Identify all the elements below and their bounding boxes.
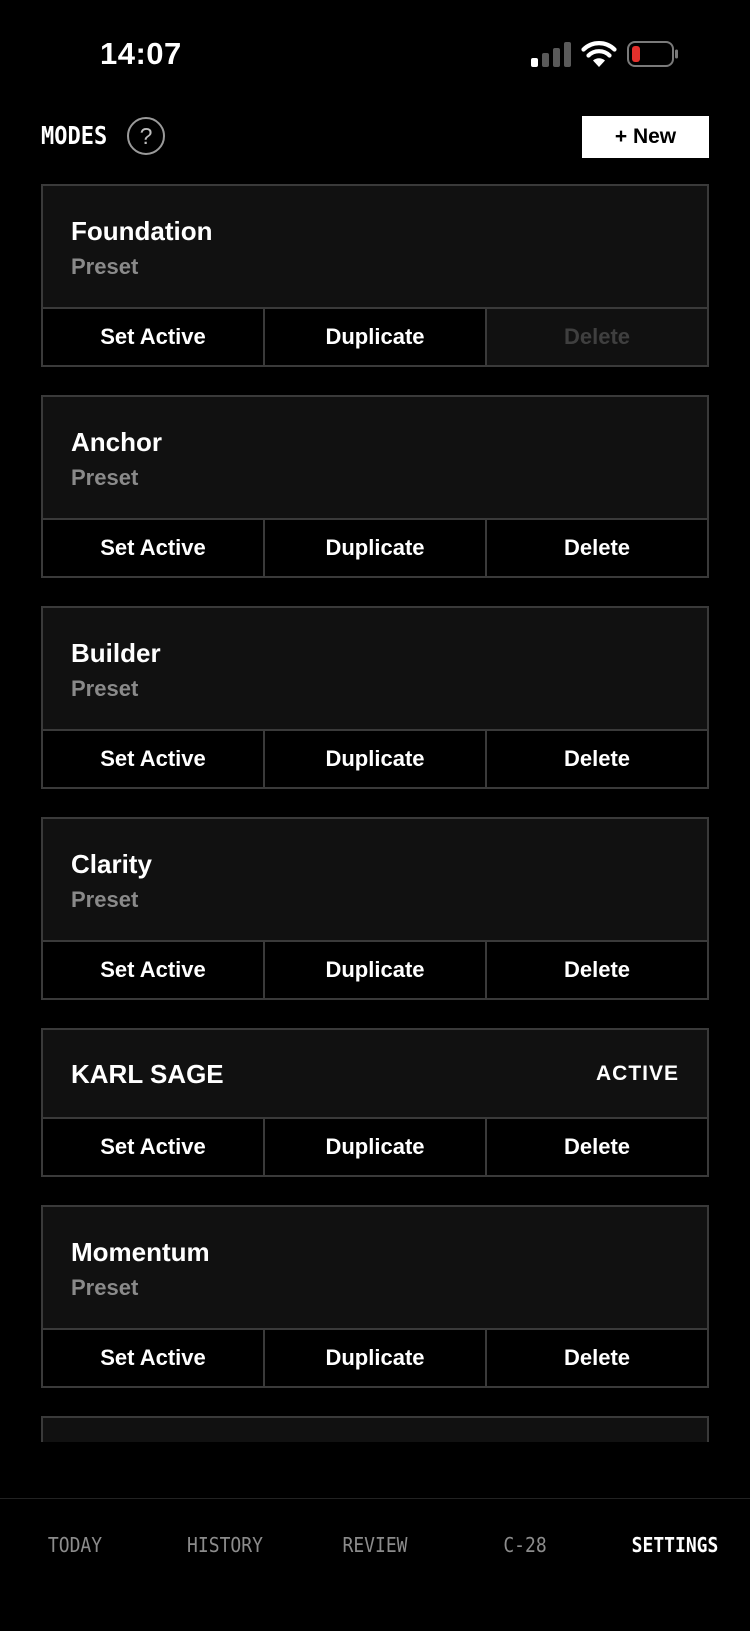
active-badge: ACTIVE <box>595 1062 679 1085</box>
new-mode-button[interactable]: + New <box>582 116 709 158</box>
duplicate-button[interactable]: Duplicate <box>265 1330 487 1386</box>
tab-today[interactable]: TODAY <box>8 1499 143 1631</box>
mode-card-clarity: Clarity Preset Set Active Duplicate Dele… <box>41 817 709 1000</box>
bottom-nav: TODAY HISTORY REVIEW C-28 SETTINGS <box>0 1498 750 1631</box>
set-active-button[interactable]: Set Active <box>43 942 265 998</box>
mode-name: Clarity <box>71 849 152 879</box>
status-time: 14:07 <box>100 36 182 71</box>
set-active-button[interactable]: Set Active <box>43 731 265 787</box>
mode-card-builder: Builder Preset Set Active Duplicate Dele… <box>41 606 709 789</box>
mode-card-partial <box>41 1416 709 1442</box>
duplicate-button[interactable]: Duplicate <box>265 942 487 998</box>
mode-card-foundation: Foundation Preset Set Active Duplicate D… <box>41 184 709 367</box>
mode-subtitle: Preset <box>71 254 139 279</box>
duplicate-button[interactable]: Duplicate <box>265 520 487 576</box>
tab-c-28[interactable]: C-28 <box>458 1499 593 1631</box>
mode-list[interactable]: Foundation Preset Set Active Duplicate D… <box>41 184 709 1442</box>
mode-name: Builder <box>71 638 161 668</box>
duplicate-button[interactable]: Duplicate <box>265 1119 487 1175</box>
delete-button[interactable]: Delete <box>487 731 707 787</box>
status-bar: 14:07 <box>0 0 750 110</box>
mode-card-karl-sage: KARL SAGE ACTIVE Set Active Duplicate De… <box>41 1028 709 1177</box>
battery-low-icon <box>627 41 678 67</box>
wifi-icon <box>581 41 617 67</box>
mode-name: KARL SAGE <box>71 1059 224 1089</box>
mode-subtitle: Preset <box>71 676 139 701</box>
duplicate-button[interactable]: Duplicate <box>265 731 487 787</box>
mode-subtitle: Preset <box>71 465 139 490</box>
tab-history[interactable]: HISTORY <box>158 1499 293 1631</box>
mode-card-momentum: Momentum Preset Set Active Duplicate Del… <box>41 1205 709 1388</box>
mode-subtitle: Preset <box>71 1275 139 1300</box>
set-active-button[interactable]: Set Active <box>43 1330 265 1386</box>
mode-subtitle: Preset <box>71 887 139 912</box>
duplicate-button[interactable]: Duplicate <box>265 309 487 365</box>
page-title: MODES <box>41 121 108 150</box>
mode-card-anchor: Anchor Preset Set Active Duplicate Delet… <box>41 395 709 578</box>
help-button[interactable]: ? <box>127 117 165 155</box>
tab-review[interactable]: REVIEW <box>308 1499 443 1631</box>
set-active-button[interactable]: Set Active <box>43 1119 265 1175</box>
delete-button[interactable]: Delete <box>487 1119 707 1175</box>
cellular-signal-icon <box>531 42 571 67</box>
set-active-button[interactable]: Set Active <box>43 309 265 365</box>
set-active-button[interactable]: Set Active <box>43 520 265 576</box>
mode-name: Anchor <box>71 427 162 457</box>
mode-name: Foundation <box>71 216 213 246</box>
delete-button[interactable]: Delete <box>487 520 707 576</box>
mode-name: Momentum <box>71 1237 210 1267</box>
delete-button[interactable]: Delete <box>487 942 707 998</box>
tab-settings[interactable]: SETTINGS <box>608 1499 743 1631</box>
delete-button[interactable]: Delete <box>487 1330 707 1386</box>
delete-button: Delete <box>487 309 707 365</box>
